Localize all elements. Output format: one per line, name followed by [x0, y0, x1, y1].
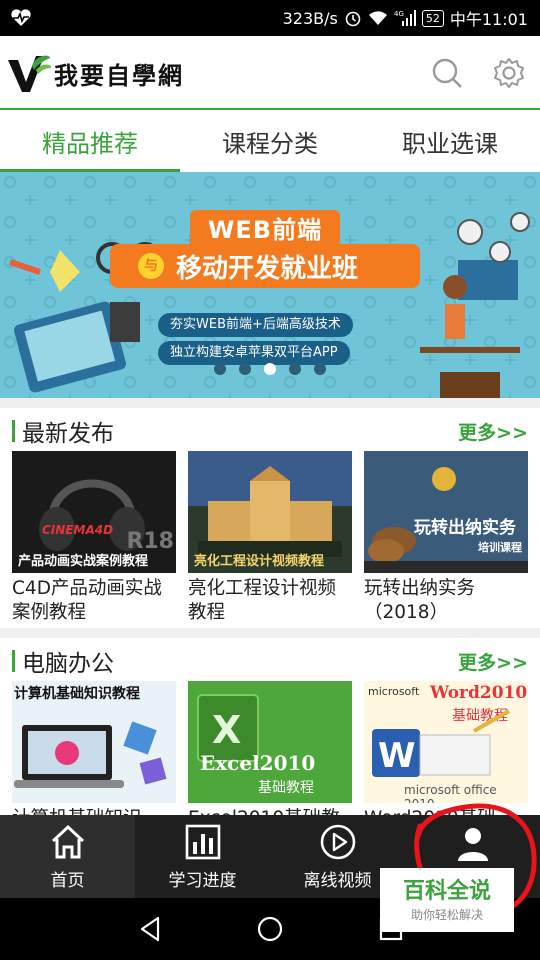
carousel-dot[interactable] [239, 363, 251, 375]
play-circle-icon [320, 824, 355, 860]
thumb-sub: 基础教程 [258, 780, 314, 796]
thumb-caption: 计算机基础知识教程 [14, 686, 140, 702]
carousel-dot[interactable] [214, 363, 226, 375]
banner-subtitle-badge: 与 [138, 253, 164, 279]
course-title: 计算机基础知识 [12, 807, 176, 815]
banner-subtitle-box: 与 移动开发就业班 [110, 244, 420, 288]
course-title: 玩转出纳实务（2018） [364, 578, 476, 623]
course-thumbnail: X Excel2010 基础教程 [188, 681, 352, 803]
banner-line-2: 独立构建安卓苹果双平台APP [158, 341, 350, 365]
carousel-dots [0, 363, 540, 375]
section-divider [0, 398, 540, 408]
tab-featured[interactable]: 精品推荐 [0, 110, 180, 172]
tab-bar: 精品推荐 课程分类 职业选课 [0, 110, 540, 172]
course-card[interactable]: 计算机基础知识教程 计算机基础知识 [12, 681, 176, 815]
nav-offline-label: 离线视频 [303, 871, 372, 891]
course-card[interactable]: microsoft Word2010 基础教程 W microsoft offi… [364, 681, 528, 815]
app-header: 我要自學網 [0, 36, 540, 110]
thumb-caption: Excel2010 [200, 751, 316, 775]
wifi-icon [368, 11, 387, 25]
course-card[interactable]: 亮化工程设计视频教程 亮化工程设计视频教程 [188, 451, 352, 625]
course-thumbnail: 计算机基础知识教程 [12, 681, 176, 803]
thumb-caption: 玩转出纳实务 [414, 518, 516, 538]
settings-gear-icon[interactable] [492, 56, 526, 90]
tab-categories[interactable]: 课程分类 [180, 110, 360, 172]
banner-subtitle: 移动开发就业班 [176, 253, 359, 284]
promo-banner[interactable]: WEB前端 与 移动开发就业班 夯实WEB前端+后端高级技术 独立构建安卓苹果双… [0, 172, 540, 398]
heart-pulse-icon [11, 9, 31, 27]
section-title: 电脑办公 [22, 651, 114, 677]
network-speed: 323B/s [282, 8, 338, 28]
section-header: 电脑办公 [12, 646, 114, 677]
section-office: 电脑办公 更多>> 计算机基础知识教程 计算机基础知识 X Excel2010 [0, 638, 540, 815]
course-card[interactable]: 玩转出纳实务 培训课程 玩转出纳实务（2018） [364, 451, 528, 625]
course-thumbnail: 玩转出纳实务 培训课程 [364, 451, 528, 573]
search-icon[interactable] [430, 56, 464, 90]
tab-career[interactable]: 职业选课 [360, 110, 540, 172]
course-card[interactable]: X Excel2010 基础教程 Excel2010基础教 [188, 681, 352, 815]
bar-chart-icon [185, 824, 220, 860]
course-title: Excel2010基础教 [188, 807, 352, 815]
nav-home-label: 首页 [50, 871, 85, 891]
logo-mark-icon [8, 55, 52, 92]
home-circle-icon[interactable] [255, 914, 285, 944]
thumb-sub: 培训课程 [478, 541, 522, 554]
signal-4g-icon: 4G [394, 10, 416, 26]
course-title: C4D产品动画实战案例教程 [12, 578, 162, 623]
course-thumbnail: 亮化工程设计视频教程 [188, 451, 352, 573]
thumb-caption: 亮化工程设计视频教程 [194, 554, 325, 569]
course-thumbnail: CINEMA4D R18 产品动画实战案例教程 [12, 451, 176, 573]
alarm-icon [345, 11, 361, 27]
carousel-dot[interactable] [314, 363, 326, 375]
back-icon[interactable] [136, 914, 166, 944]
more-link[interactable]: 更多>> [458, 648, 528, 675]
course-card[interactable]: CINEMA4D R18 产品动画实战案例教程 C4D产品动画实战案例教程 [12, 451, 176, 625]
course-thumbnail: microsoft Word2010 基础教程 W microsoft offi… [364, 681, 528, 803]
watermark-subtitle: 助你轻松解决 [410, 908, 483, 922]
watermark-badge: 百科全说 助你轻松解决 [380, 868, 514, 932]
home-icon [51, 824, 84, 859]
logo-text: 我要自學網 [54, 60, 184, 90]
section-accent-bar [12, 650, 15, 672]
nav-progress[interactable]: 学习进度 [135, 815, 270, 898]
banner-line-1: 夯实WEB前端+后端高级技术 [158, 313, 353, 337]
carousel-dot-active[interactable] [264, 363, 276, 375]
laptop-image [14, 721, 167, 788]
svg-text:X: X [212, 708, 241, 752]
section-header: 最新发布 [12, 416, 114, 447]
carousel-dot[interactable] [289, 363, 301, 375]
battery-icon: 52 [421, 9, 444, 27]
nav-progress-label: 学习进度 [168, 871, 237, 891]
thumb-caption: 产品动画实战案例教程 [18, 554, 149, 569]
section-latest: 最新发布 更多>> CINEMA4D R18 产品动画实战案例教程 C4D产品动… [0, 408, 540, 626]
section-title: 最新发布 [22, 421, 114, 447]
clock: 中午11:01 [449, 10, 528, 29]
more-link[interactable]: 更多>> [458, 418, 528, 445]
course-title: 亮化工程设计视频教程 [188, 578, 337, 623]
nav-home[interactable]: 首页 [0, 815, 135, 898]
svg-text:W: W [378, 736, 416, 776]
section-accent-bar [12, 420, 15, 442]
status-bar: 323B/s 4G 52 中午11:01 [0, 0, 540, 36]
svg-text:4G: 4G [394, 10, 404, 18]
watermark-title: 百科全说 [402, 879, 491, 904]
app-logo: 我要自學網 [6, 52, 216, 94]
thumb-brand: CINEMA4D [42, 523, 114, 537]
section-divider [0, 628, 540, 638]
